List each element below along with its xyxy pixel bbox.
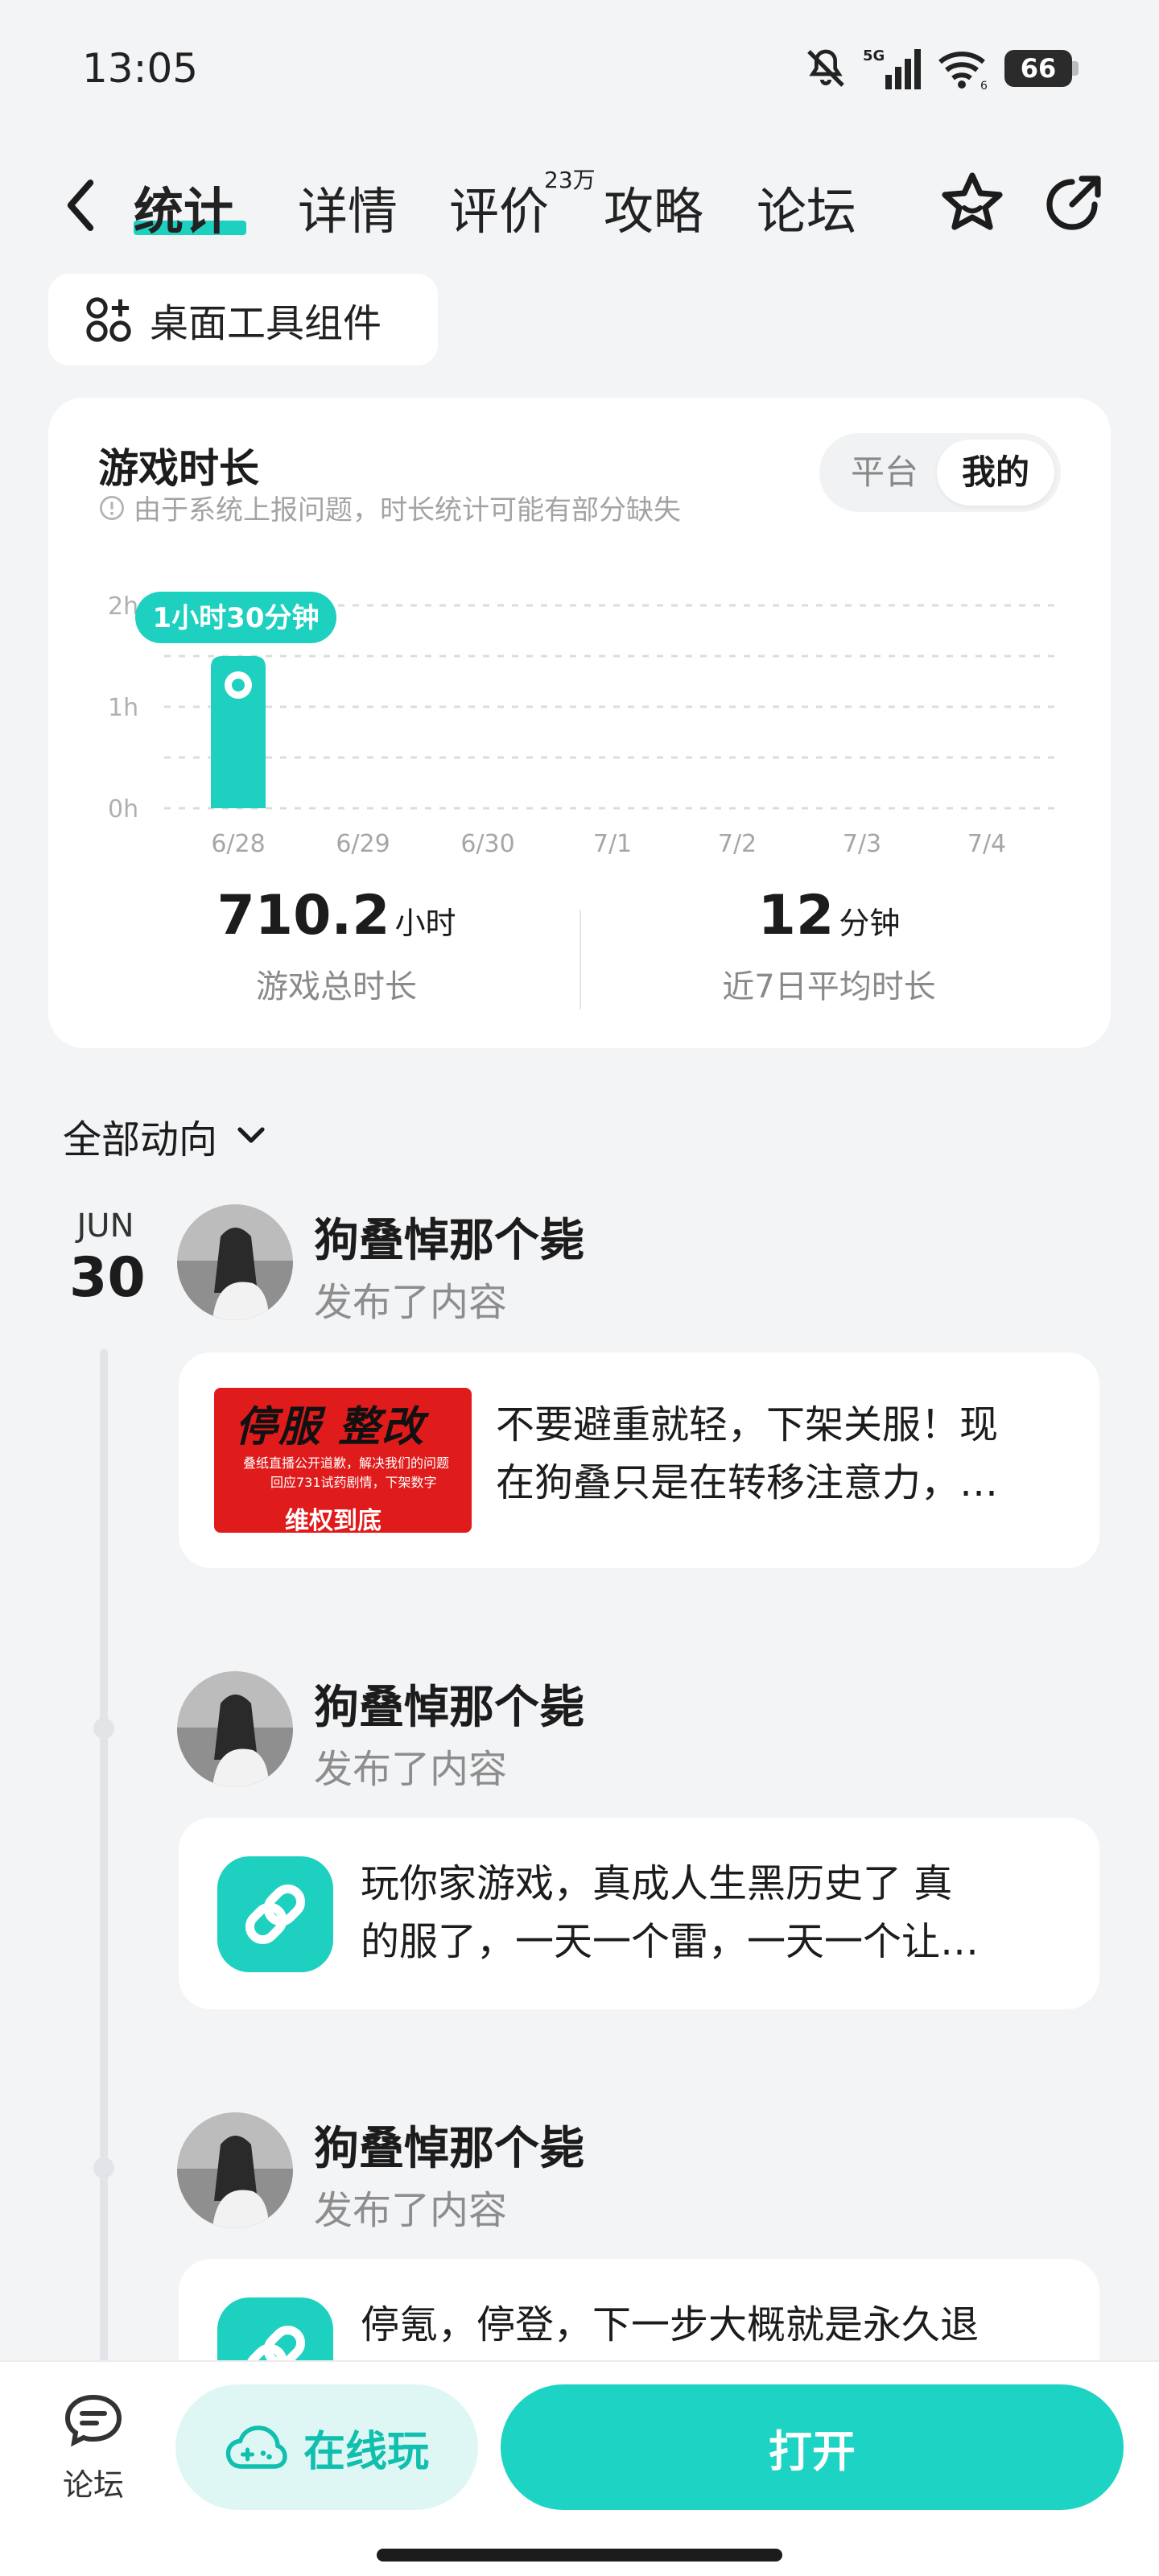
bottom-action-bar: 论坛 在线玩 打开 [0,2360,1159,2576]
forum-chat-icon [64,2394,122,2447]
tab-stats[interactable]: 统计 [134,171,233,243]
total-playtime-label: 游戏总时长 [256,968,417,1005]
desktop-widget-label: 桌面工具组件 [150,301,382,346]
post-author[interactable]: 狗叠悼那个毙 [314,1204,584,1269]
open-game-label: 打开 [769,2425,856,2477]
timeline-day: 30 [69,1246,146,1310]
post-text-line: 不要避重就轻，下架关服！现 [496,1402,999,1447]
activity-filter[interactable]: 全部动向 [63,1108,270,1164]
chart-x-tick: 7/3 [843,830,881,858]
chevron-left-icon[interactable] [56,177,105,233]
avatar[interactable] [177,2112,293,2228]
top-nav: 统计 详情 评价 23万 攻略 论坛 [0,153,1159,258]
chart-tooltip-label: 1小时30分钟 [153,602,320,634]
star-icon[interactable] [938,169,1006,237]
playtime-card: 游戏时长 由于系统上报问题，时长统计可能有部分缺失 平台 我的 0h 1h 2h 6/… [48,398,1111,1048]
share-icon[interactable] [1040,169,1107,237]
battery-icon: 66 [1004,50,1079,87]
wifi-icon: 6 [938,52,988,91]
stat-divider [580,910,581,1009]
forum-label: 论坛 [62,2467,124,2503]
weekly-average-unit: 分钟 [839,906,901,941]
post-text-line: 停氪，停登，下一步大概就是永久退 [361,2302,980,2347]
play-online-button[interactable]: 在线玩 [175,2384,478,2510]
thumb-text: 回应731试药剧情，下架数字 [270,1475,437,1490]
tab-guides[interactable]: 攻略 [604,171,703,243]
total-playtime: 710.2 小时 游戏总时长 [135,884,538,1007]
avatar-image [177,2112,293,2228]
widget-grid-icon [86,297,131,342]
signal-icon: 5G [863,47,921,89]
post-action: 发布了内容 [314,1747,508,1792]
chart-y-tick: 2h [108,592,138,621]
reviews-count-badge: 23万 [544,167,596,193]
cloud-gamepad-icon [225,2425,287,2469]
post-action: 发布了内容 [314,2188,508,2233]
post-author[interactable]: 狗叠悼那个毙 [314,2112,584,2178]
status-time: 13:05 [82,45,199,92]
activity-filter-label: 全部动向 [63,1117,218,1162]
play-online-label: 在线玩 [303,2427,429,2476]
chart-x-tick: 6/30 [460,830,514,858]
post-action: 发布了内容 [314,1280,508,1325]
timeline-month: JUN [76,1208,134,1245]
chart-y-tick: 0h [108,795,138,824]
weekly-average-label: 近7日平均时长 [722,968,936,1005]
tab-details[interactable]: 详情 [298,171,398,243]
chart-x-tick: 7/1 [593,830,632,858]
mute-bell-icon [807,49,844,87]
wifi-badge: 6 [980,80,988,91]
forum-button[interactable]: 论坛 [56,2391,130,2504]
status-icons: 5G 6 66 [803,40,1079,97]
playtime-chart: 0h 1h 2h 6/28 1小时30分钟 6/29 6/30 7/1 7/2 7/3 7/4 [108,592,1061,858]
total-playtime-value: 710.2 [217,884,390,947]
chart-y-tick: 1h [108,694,138,722]
avatar-image [177,1204,293,1320]
desktop-widget-button[interactable]: 桌面工具组件 [48,274,438,365]
chevron-down-icon [237,1127,265,1143]
tab-stats-label: 统计 [134,182,234,241]
thumb-headline: 停服 整改 [235,1402,426,1451]
link-icon [217,1856,333,1972]
avatar[interactable] [177,1204,293,1320]
status-bar: 13:05 5G 6 66 [0,0,1159,129]
open-game-button[interactable]: 打开 [501,2384,1124,2510]
post-card[interactable]: 玩你家游戏，真成人生黑历史了 真 的服了，一天一个雷，一天一个让… [179,1818,1099,2009]
timeline-line [100,1349,108,2372]
network-label: 5G [863,47,885,64]
avatar[interactable] [177,1671,293,1787]
chart-x-tick: 6/28 [211,830,265,858]
tab-forum[interactable]: 论坛 [757,171,856,243]
total-playtime-unit: 小时 [394,906,456,941]
post-author[interactable]: 狗叠悼那个毙 [314,1671,584,1736]
weekly-average-value: 12 [757,884,835,947]
avatar-image [177,1671,293,1787]
tab-reviews[interactable]: 评价 [449,171,549,243]
weekly-average: 12 分钟 近7日平均时长 [628,884,1030,1007]
home-indicator[interactable] [377,2549,782,2562]
chart-x-tick: 7/2 [718,830,757,858]
timeline-dot [93,1718,114,1739]
chart-bar-marker-dot [232,679,245,691]
post-text-line: 在狗叠只是在转移注意力，… [496,1460,999,1505]
post-text-line: 玩你家游戏，真成人生黑历史了 真 [361,1861,953,1906]
thumb-text: 叠纸直播公开道歉，解决我们的问题 [243,1455,450,1471]
battery-level: 66 [1004,50,1072,87]
thumb-slogan: 维权到底 [285,1507,382,1533]
post-text-line: 的服了，一天一个雷，一天一个让… [361,1919,980,1964]
chart-x-tick: 7/4 [967,830,1006,858]
timeline-dot [93,2157,114,2178]
chart-x-tick: 6/29 [336,830,390,858]
post-card[interactable]: 停服 整改 叠纸直播公开道歉，解决我们的问题 回应731试药剧情，下架数字 维权… [179,1352,1099,1568]
post-thumbnail: 停服 整改 叠纸直播公开道歉，解决我们的问题 回应731试药剧情，下架数字 维权… [214,1388,472,1533]
